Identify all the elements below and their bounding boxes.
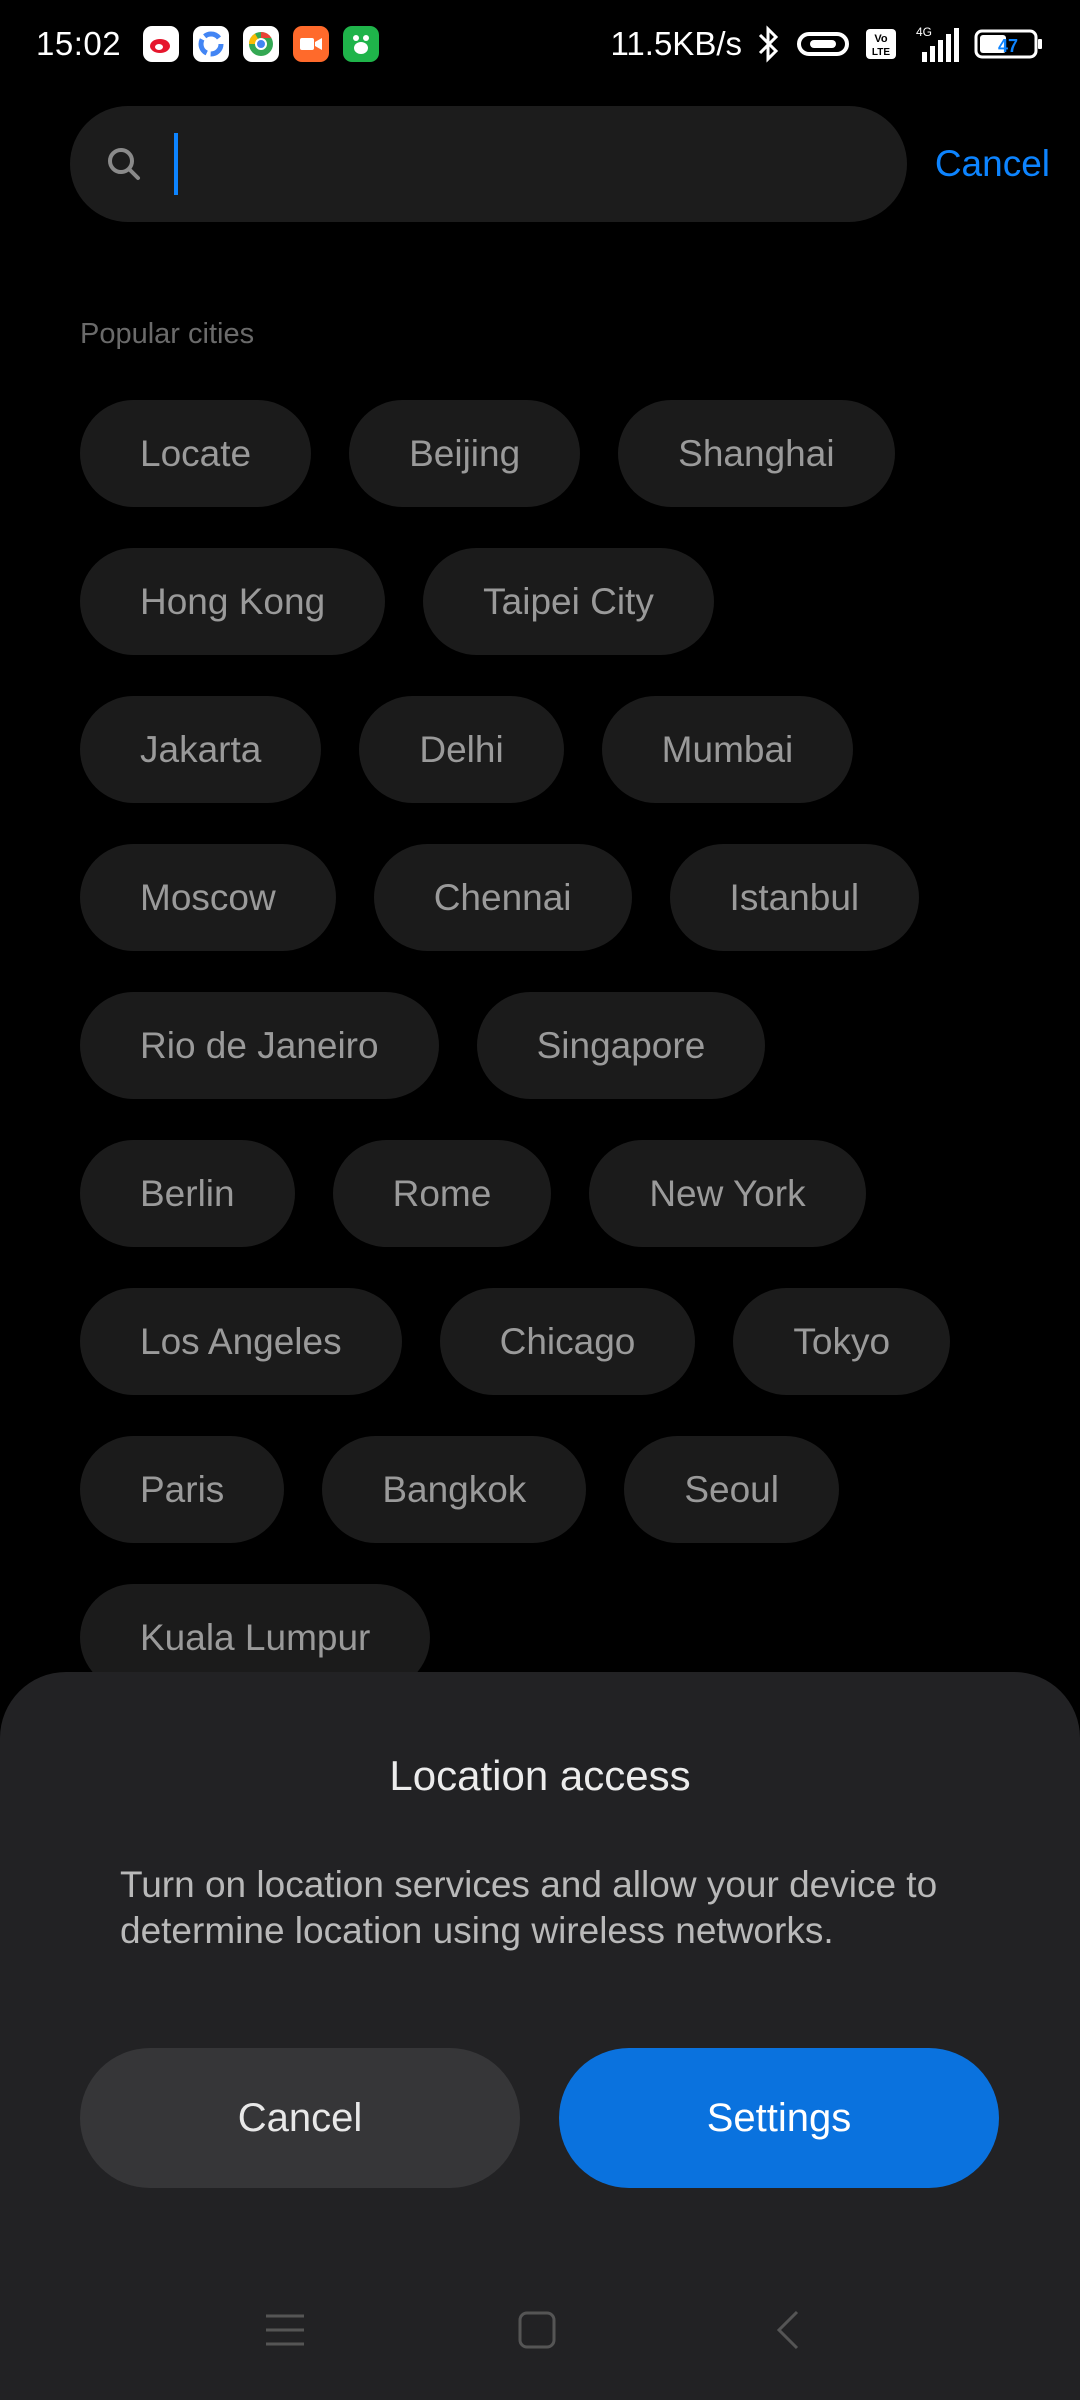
svg-text:LTE: LTE [872, 47, 890, 58]
paw-app-icon [343, 26, 380, 62]
city-row: Hong Kong Taipei City [80, 548, 1040, 655]
city-chip-paris[interactable]: Paris [80, 1436, 285, 1543]
back-icon[interactable] [758, 2300, 818, 2360]
volte-icon: Vo LTE [864, 27, 898, 61]
status-bar: 15:02 11.5KB/s Vo LTE 4G 47 [0, 0, 1080, 88]
city-row: Locate Beijing Shanghai [80, 400, 1040, 507]
city-chip-tokyo[interactable]: Tokyo [733, 1288, 951, 1395]
city-chip-delhi[interactable]: Delhi [359, 696, 564, 803]
city-chip-chennai[interactable]: Chennai [373, 844, 632, 951]
home-icon[interactable] [507, 2300, 567, 2360]
city-chip-beijing[interactable]: Beijing [349, 400, 581, 507]
city-chip-mumbai[interactable]: Mumbai [601, 696, 854, 803]
svg-text:Vo: Vo [874, 33, 888, 45]
city-row: Berlin Rome New York [80, 1140, 1040, 1247]
network-speed: 11.5KB/s [610, 25, 742, 62]
city-chip-rome[interactable]: Rome [332, 1140, 552, 1247]
dialog-title: Location access [389, 1752, 691, 1799]
weibo-app-icon [143, 26, 180, 62]
city-chip-seoul[interactable]: Seoul [624, 1436, 839, 1543]
city-row: Paris Bangkok Seoul [80, 1436, 1040, 1543]
search-input[interactable] [174, 133, 907, 195]
city-chip-bangkok[interactable]: Bangkok [322, 1436, 587, 1543]
popular-cities-list: Locate Beijing Shanghai Hong Kong Taipei Cit… [80, 400, 1040, 1691]
city-chip-jakarta[interactable]: Jakarta [80, 696, 322, 803]
city-chip-chicago[interactable]: Chicago [439, 1288, 696, 1395]
city-row: Rio de Janeiro Singapore [80, 992, 1040, 1099]
svg-text:4G: 4G [916, 25, 932, 39]
navigation-bar [0, 2260, 1080, 2400]
city-chip-istanbul[interactable]: Istanbul [669, 844, 920, 951]
city-chip-los-angeles[interactable]: Los Angeles [80, 1288, 402, 1395]
city-row: Moscow Chennai Istanbul [80, 844, 1040, 951]
city-chip-shanghai[interactable]: Shanghai [618, 400, 895, 507]
dialog-cancel-button[interactable]: Cancel [80, 2048, 520, 2188]
dialog-settings-button[interactable]: Settings [559, 2048, 999, 2188]
dialog-message: Turn on location services and allow your… [120, 1864, 938, 1951]
search-icon [104, 144, 144, 184]
signal-icon: 4G [912, 24, 960, 64]
google-app-icon [193, 26, 230, 62]
svg-text:47: 47 [998, 36, 1018, 56]
city-chip-berlin[interactable]: Berlin [80, 1140, 295, 1247]
status-bar-right: 11.5KB/s Vo LTE 4G 47 [611, 24, 1044, 64]
video-app-icon [293, 26, 330, 62]
chrome-app-icon [243, 26, 280, 62]
menu-icon[interactable] [255, 2300, 315, 2360]
link-icon [796, 28, 850, 60]
search-box[interactable] [70, 106, 907, 222]
city-chip-hong-kong[interactable]: Hong Kong [80, 548, 386, 655]
popular-cities-title: Popular cities [80, 318, 255, 350]
city-row: Los Angeles Chicago Tokyo [80, 1288, 1040, 1395]
city-chip-singapore[interactable]: Singapore [476, 992, 766, 1099]
city-row: Jakarta Delhi Mumbai [80, 696, 1040, 803]
bluetooth-icon [756, 25, 782, 63]
city-chip-locate[interactable]: Locate [80, 400, 312, 507]
location-access-dialog: Location access Turn on location service… [0, 1672, 1080, 2400]
search-cancel-button[interactable]: Cancel [935, 143, 1050, 185]
city-chip-moscow[interactable]: Moscow [80, 844, 336, 951]
status-bar-left: 15:02 [36, 25, 380, 63]
search-row: Cancel [70, 106, 1050, 222]
city-chip-new-york[interactable]: New York [589, 1140, 866, 1247]
status-time: 15:02 [36, 25, 122, 62]
city-chip-rio-de-janeiro[interactable]: Rio de Janeiro [80, 992, 439, 1099]
city-chip-taipei-city[interactable]: Taipei City [423, 548, 714, 655]
battery-icon: 47 [974, 27, 1044, 61]
